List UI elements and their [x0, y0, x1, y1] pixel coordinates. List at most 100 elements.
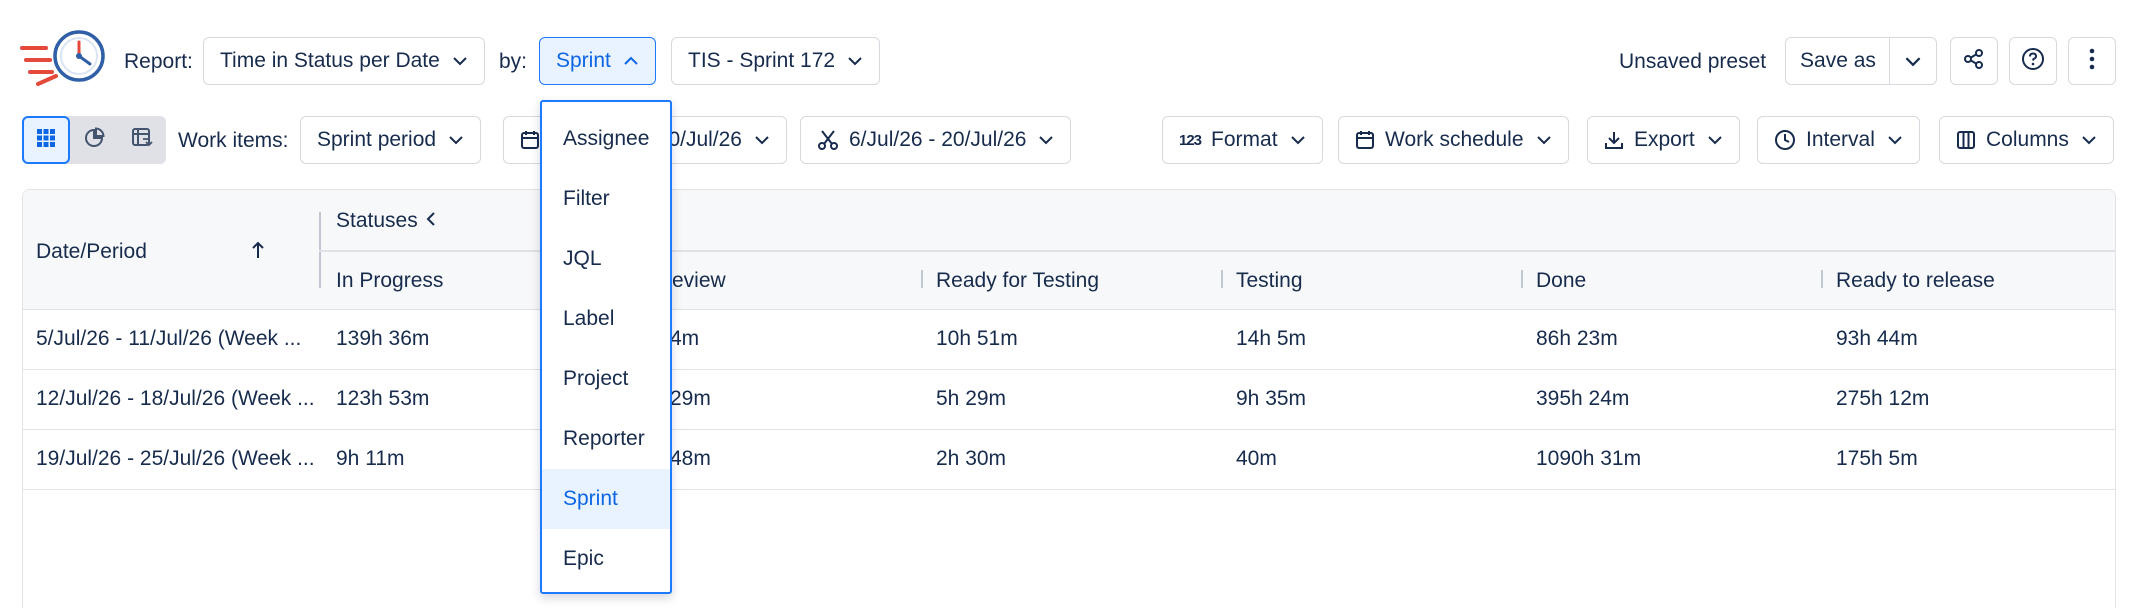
- work-schedule-label: Work schedule: [1385, 128, 1524, 151]
- dropdown-option-reporter[interactable]: Reporter: [542, 409, 670, 469]
- dropdown-option-label[interactable]: Label: [542, 289, 670, 349]
- value-cell: 275h 12m: [1836, 387, 1930, 410]
- work-items-select-value: Sprint period: [317, 128, 437, 151]
- value-cell: 29m: [670, 387, 711, 410]
- collapse-chevron-icon[interactable]: [425, 209, 437, 234]
- chevron-down-icon: [2081, 135, 2097, 145]
- chevron-down-icon: [448, 135, 464, 145]
- columns-icon: [1956, 130, 1976, 150]
- dropdown-option-project[interactable]: Project: [542, 349, 670, 409]
- view-toggle: [22, 116, 166, 164]
- format-button[interactable]: 123 Format: [1162, 116, 1323, 164]
- column-divider: [1521, 270, 1523, 288]
- statuses-header: Statuses: [336, 209, 418, 232]
- table-header: Date/Period Statuses In Progress review …: [23, 190, 2115, 310]
- value-cell: 10h 51m: [936, 327, 1018, 350]
- value-cell: 139h 36m: [336, 327, 430, 350]
- value-cell: 86h 23m: [1536, 327, 1618, 350]
- column-header-testing: Testing: [1236, 269, 1303, 292]
- value-cell: 4m: [670, 327, 700, 350]
- dropdown-option-filter[interactable]: Filter: [542, 169, 670, 229]
- chevron-up-icon: [623, 56, 639, 66]
- period-cell: 19/Jul/26 - 25/Jul/26 (Week ...: [36, 447, 314, 470]
- help-button[interactable]: [2009, 37, 2057, 85]
- pivot-view-button[interactable]: [118, 116, 166, 164]
- value-cell: 2h 30m: [936, 447, 1007, 470]
- dropdown-option-assignee[interactable]: Assignee: [542, 109, 670, 169]
- interval-label: Interval: [1806, 128, 1875, 151]
- export-label: Export: [1634, 128, 1695, 151]
- value-cell: 5h 29m: [936, 387, 1007, 410]
- column-header-ready-for-testing: Ready for Testing: [936, 269, 1100, 292]
- interval-button[interactable]: Interval: [1757, 116, 1920, 164]
- chevron-down-icon: [1290, 135, 1306, 145]
- preset-status: Unsaved preset: [1619, 50, 1767, 73]
- period-cell: 5/Jul/26 - 11/Jul/26 (Week ...: [36, 327, 302, 350]
- column-divider: [1821, 270, 1823, 288]
- group-by-dropdown-menu: Assignee Filter JQL Label Project Report…: [540, 100, 672, 594]
- report-select[interactable]: Time in Status per Date: [203, 37, 485, 85]
- chart-view-button[interactable]: [70, 116, 118, 164]
- period-cell: 12/Jul/26 - 18/Jul/26 (Week ...: [36, 387, 314, 410]
- columns-button[interactable]: Columns: [1939, 116, 2114, 164]
- chevron-down-icon: [1904, 49, 1922, 73]
- cut-range-value: 6/Jul/26 - 20/Jul/26: [849, 128, 1027, 151]
- group-by-select-value: Sprint: [556, 49, 611, 72]
- work-schedule-button[interactable]: Work schedule: [1338, 116, 1569, 164]
- report-label: Report:: [124, 50, 193, 73]
- share-icon: [1963, 48, 1985, 75]
- report-select-value: Time in Status per Date: [220, 49, 440, 72]
- sprint-select[interactable]: TIS - Sprint 172: [671, 37, 881, 85]
- share-button[interactable]: [1950, 37, 1998, 85]
- chevron-down-icon: [452, 56, 468, 66]
- grid-view-button[interactable]: [22, 116, 70, 164]
- value-cell: 123h 53m: [336, 387, 430, 410]
- calendar-icon: [1355, 130, 1375, 150]
- export-button[interactable]: Export: [1587, 116, 1740, 164]
- save-as-button[interactable]: Save as: [1785, 37, 1891, 85]
- download-icon: [1604, 130, 1624, 150]
- scissors-icon: [817, 129, 839, 151]
- value-cell: 9h 11m: [336, 447, 405, 470]
- group-by-select[interactable]: Sprint: [539, 37, 656, 85]
- chevron-down-icon: [1038, 135, 1054, 145]
- number-format-icon: 123: [1179, 131, 1202, 149]
- table-row: 12/Jul/26 - 18/Jul/26 (Week ... 123h 53m…: [23, 370, 2115, 430]
- format-label: Format: [1211, 128, 1278, 151]
- save-as-label: Save as: [1800, 49, 1876, 72]
- value-cell: 1090h 31m: [1536, 447, 1642, 470]
- value-cell: 9h 35m: [1236, 387, 1307, 410]
- column-header-in-progress: In Progress: [336, 269, 444, 292]
- value-cell: 93h 44m: [1836, 327, 1918, 350]
- work-items-label: Work items:: [178, 129, 289, 152]
- table-row: 5/Jul/26 - 11/Jul/26 (Week ... 139h 36m …: [23, 310, 2115, 370]
- table-row: 19/Jul/26 - 25/Jul/26 (Week ... 9h 11m 4…: [23, 430, 2115, 490]
- column-divider: [1221, 270, 1223, 288]
- calendar-icon: [520, 130, 540, 150]
- cut-range-select[interactable]: 6/Jul/26 - 20/Jul/26: [800, 116, 1072, 164]
- dropdown-option-jql[interactable]: JQL: [542, 229, 670, 289]
- chevron-down-icon: [1707, 135, 1723, 145]
- dropdown-option-epic[interactable]: Epic: [542, 529, 670, 589]
- column-divider: [921, 270, 923, 288]
- chevron-down-icon: [847, 56, 863, 66]
- sort-ascending-icon[interactable]: [250, 240, 266, 265]
- save-options-button[interactable]: [1889, 37, 1937, 85]
- date-period-header[interactable]: Date/Period: [36, 240, 147, 264]
- by-label: by:: [499, 50, 528, 73]
- sprint-select-value: TIS - Sprint 172: [688, 49, 836, 72]
- report-table: Date/Period Statuses In Progress review …: [22, 189, 2116, 608]
- value-cell: 395h 24m: [1536, 387, 1630, 410]
- dropdown-option-sprint[interactable]: Sprint: [542, 469, 670, 529]
- more-vertical-icon: [2089, 48, 2095, 75]
- work-items-select[interactable]: Sprint period: [300, 116, 482, 164]
- columns-label: Columns: [1986, 128, 2069, 151]
- chevron-down-icon: [1887, 135, 1903, 145]
- more-button[interactable]: [2068, 37, 2116, 85]
- pie-chart-icon: [83, 126, 105, 154]
- date-range-value: 0/Jul/26: [668, 128, 742, 151]
- grid-icon: [36, 128, 56, 153]
- value-cell: 48m: [670, 447, 711, 470]
- column-header-done: Done: [1536, 269, 1587, 292]
- column-header-review: review: [665, 269, 726, 292]
